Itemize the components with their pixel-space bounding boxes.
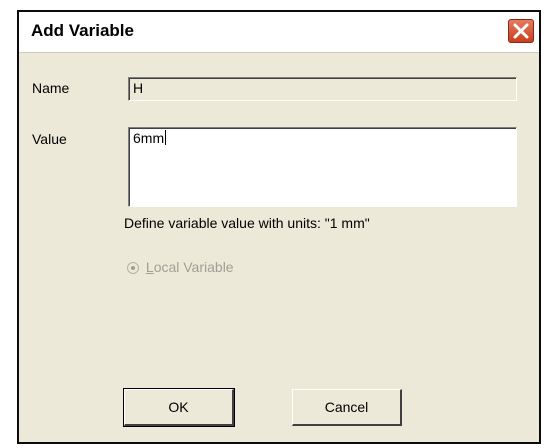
title-bar: Add Variable bbox=[19, 12, 539, 53]
dialog-title: Add Variable bbox=[31, 21, 134, 40]
name-field-value: H bbox=[133, 80, 144, 96]
value-label: Value bbox=[32, 131, 67, 147]
name-label: Name bbox=[32, 80, 70, 96]
name-field[interactable]: H bbox=[128, 77, 517, 101]
add-variable-dialog: Add Variable Name H Value 6mm Define var… bbox=[17, 10, 541, 444]
cancel-button[interactable]: Cancel bbox=[292, 389, 402, 426]
units-hint: Define variable value with units: "1 mm" bbox=[124, 215, 370, 231]
close-button[interactable] bbox=[508, 19, 534, 43]
close-icon bbox=[513, 23, 529, 39]
local-variable-option[interactable]: Local Variable bbox=[127, 259, 234, 275]
ok-button[interactable]: OK bbox=[123, 388, 235, 427]
local-variable-label: Local Variable bbox=[145, 259, 234, 275]
text-caret bbox=[165, 130, 167, 145]
value-field[interactable]: 6mm bbox=[128, 127, 517, 207]
radio-button-icon[interactable] bbox=[127, 262, 139, 274]
value-field-text: 6mm bbox=[133, 130, 165, 146]
